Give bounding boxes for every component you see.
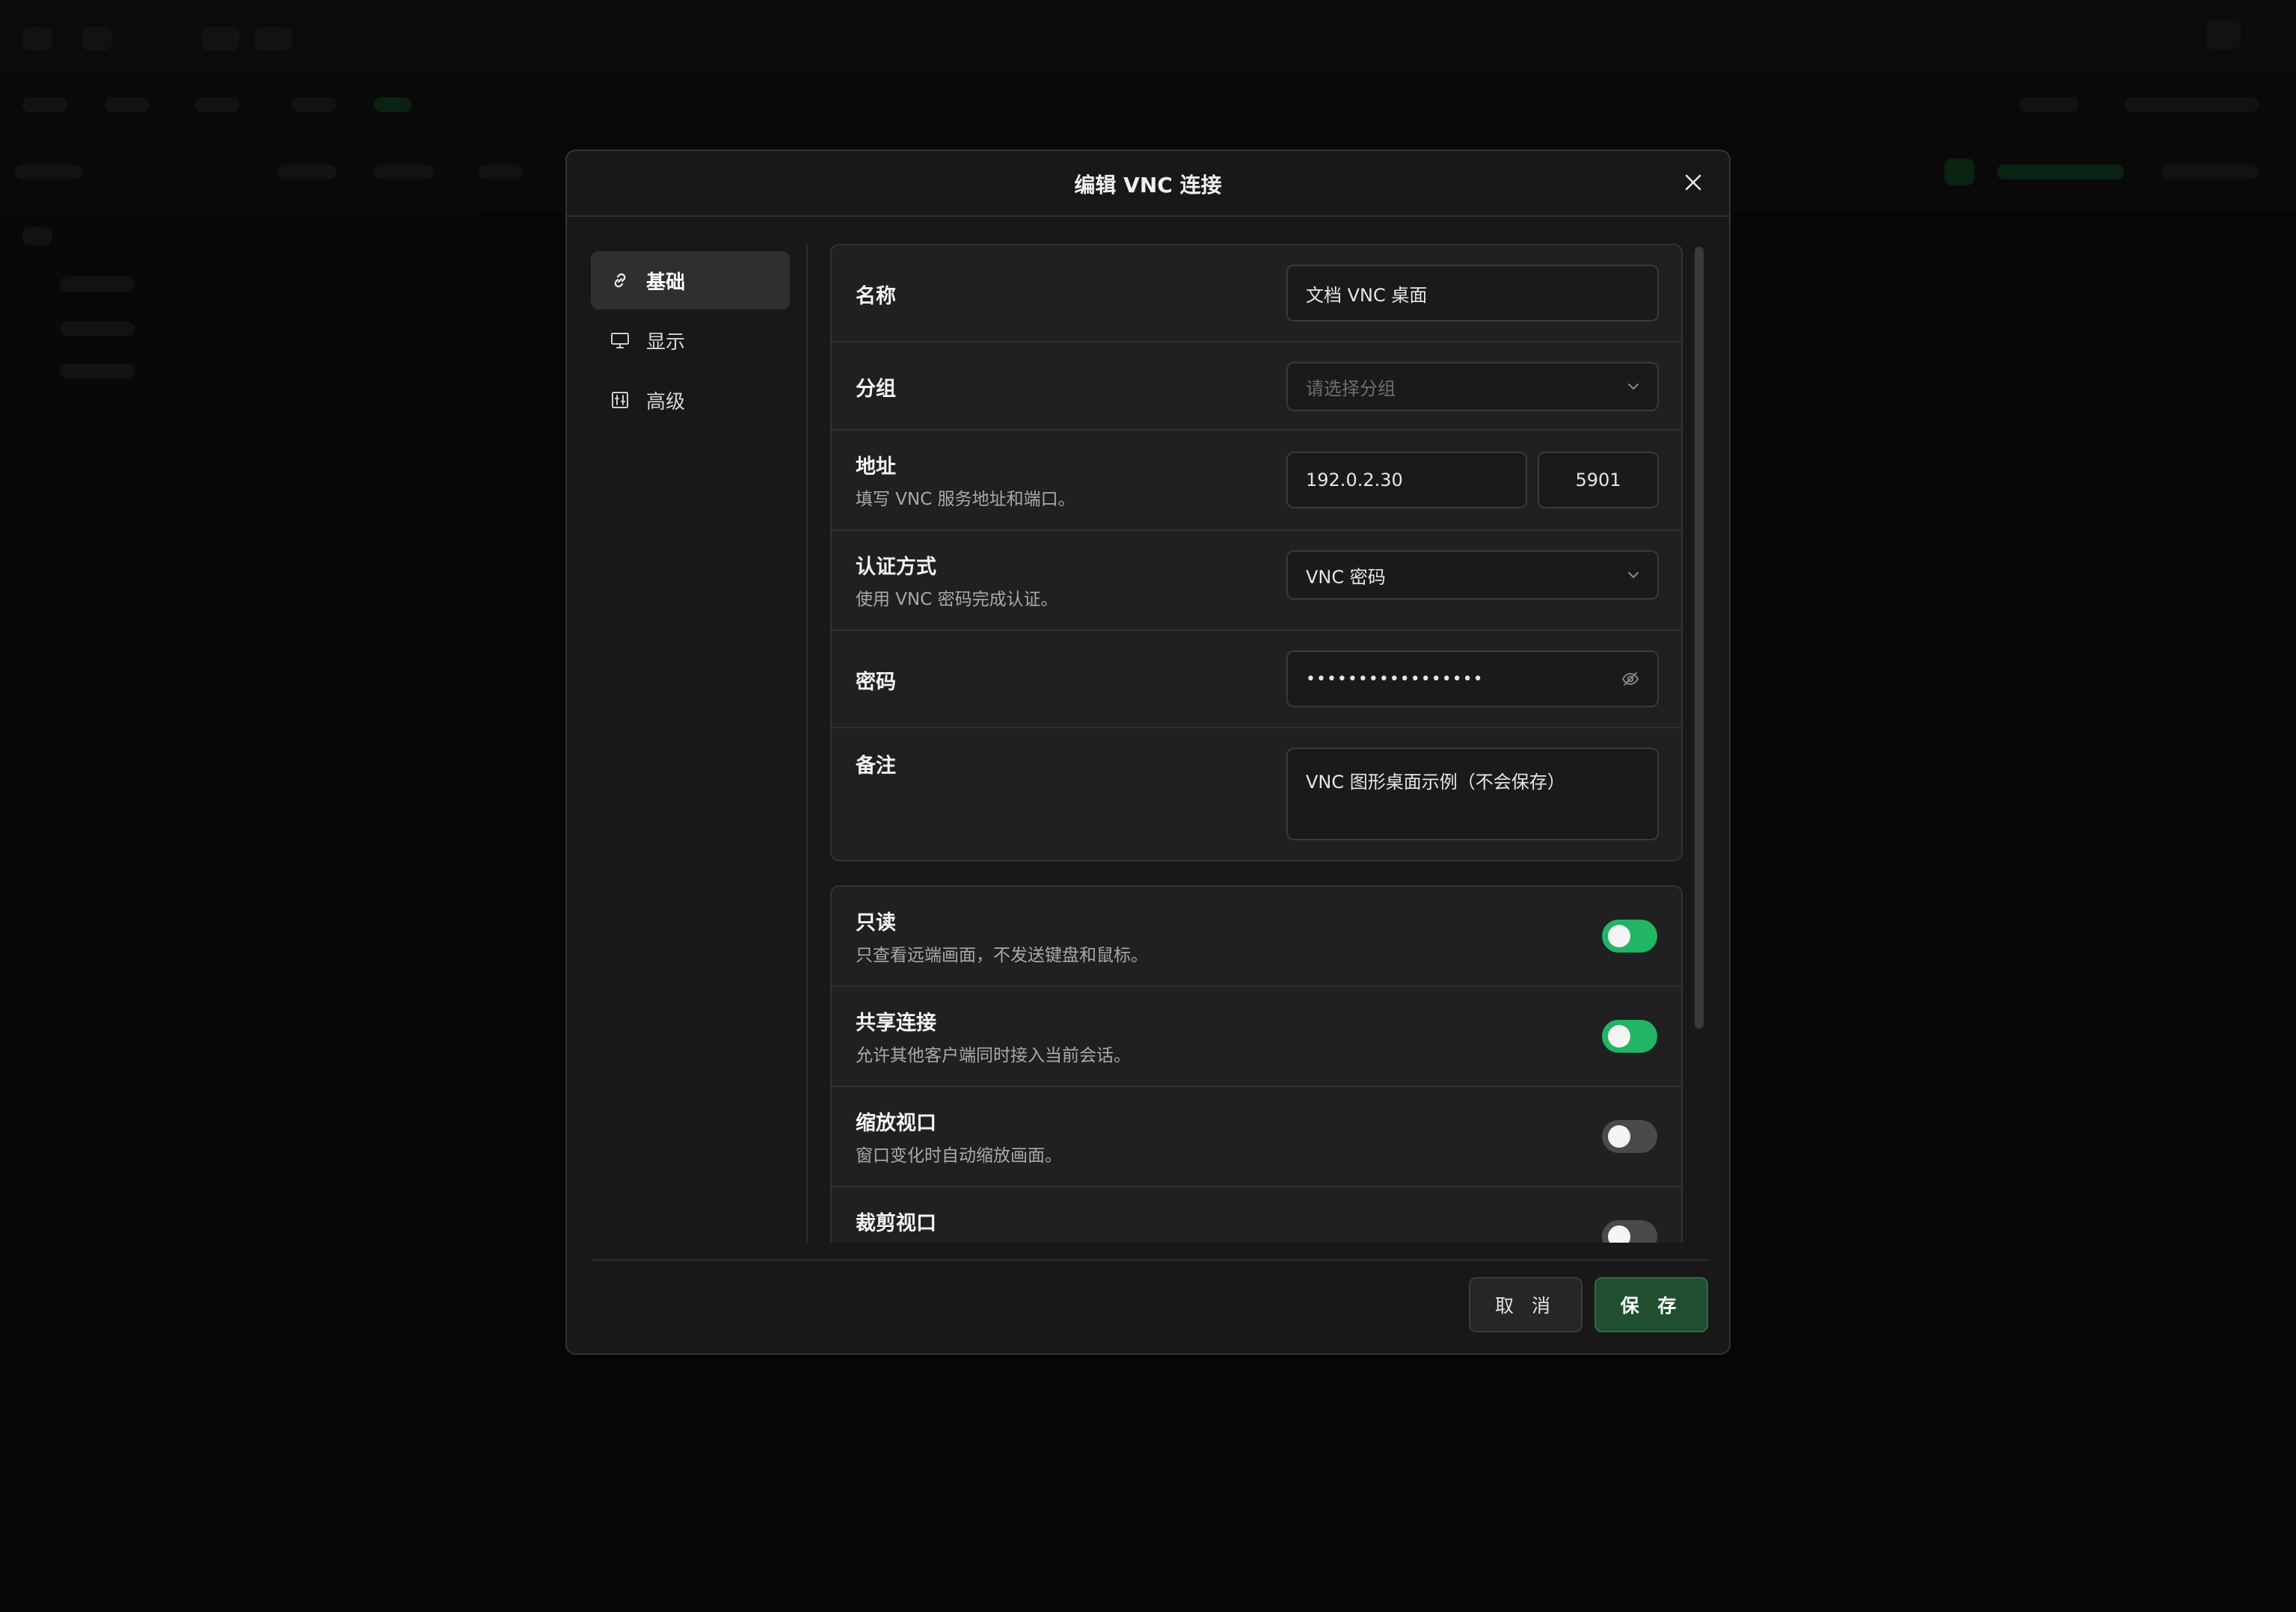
toggle-knob — [1608, 1025, 1630, 1048]
nav-item-display[interactable]: 显示 — [591, 311, 790, 369]
settings-content[interactable]: 名称 文档 VNC 桌面 分组 请选择分组 地址 填写 VNC 服务地址和端口。 — [830, 244, 1687, 1243]
shared-toggle[interactable] — [1602, 1020, 1657, 1053]
chevron-down-icon — [1626, 379, 1641, 394]
password-input[interactable]: ••••••••••••••••• — [1286, 650, 1659, 707]
clip-toggle[interactable] — [1602, 1220, 1657, 1243]
nav-item-label: 高级 — [646, 390, 686, 413]
name-input-value: 文档 VNC 桌面 — [1306, 284, 1428, 306]
auth-row: 认证方式 使用 VNC 密码完成认证。 VNC 密码 — [832, 531, 1681, 631]
save-button[interactable]: 保 存 — [1594, 1277, 1708, 1332]
cancel-button[interactable]: 取 消 — [1469, 1277, 1583, 1332]
sliders-icon — [609, 389, 631, 411]
scale-description: 窗口变化时自动缩放画面。 — [856, 1146, 1062, 1166]
shared-description: 允许其他客户端同时接入当前会话。 — [856, 1046, 1131, 1065]
dialog-header: 编辑 VNC 连接 — [567, 151, 1729, 217]
toggle-row-shared: 共享连接 允许其他客户端同时接入当前会话。 — [832, 987, 1681, 1087]
name-row: 名称 文档 VNC 桌面 — [832, 245, 1681, 342]
notes-textarea[interactable]: VNC 图形桌面示例（不会保存） — [1286, 748, 1659, 840]
group-label: 分组 — [856, 378, 896, 401]
shared-label: 共享连接 — [856, 1012, 936, 1035]
link-icon — [609, 269, 631, 292]
host-input-value: 192.0.2.30 — [1306, 470, 1403, 490]
auth-select-value: VNC 密码 — [1306, 566, 1386, 588]
notes-row: 备注 VNC 图形桌面示例（不会保存） — [832, 728, 1681, 860]
content-scrollbar[interactable] — [1695, 244, 1705, 1243]
clip-label: 裁剪视口 — [856, 1212, 936, 1235]
chevron-down-icon — [1626, 567, 1641, 582]
read-only-label: 只读 — [856, 911, 896, 935]
toggle-knob — [1608, 1125, 1630, 1148]
options-card: 只读 只查看远端画面，不发送键盘和鼠标。 共享连接 允许其他客户端同时接入当前会… — [830, 885, 1683, 1243]
toggle-row-read-only: 只读 只查看远端画面，不发送键盘和鼠标。 — [832, 887, 1681, 987]
toggle-row-scale: 缩放视口 窗口变化时自动缩放画面。 — [832, 1087, 1681, 1187]
scale-label: 缩放视口 — [856, 1112, 936, 1135]
read-only-description: 只查看远端画面，不发送键盘和鼠标。 — [856, 946, 1148, 965]
port-input-value: 5901 — [1575, 470, 1621, 490]
auth-label: 认证方式 — [856, 556, 936, 579]
password-input-value: ••••••••••••••••• — [1306, 669, 1484, 689]
nav-item-basic[interactable]: 基础 — [591, 251, 790, 310]
notes-label: 备注 — [856, 754, 896, 778]
group-select-placeholder: 请选择分组 — [1306, 378, 1396, 399]
name-input[interactable]: 文档 VNC 桌面 — [1286, 265, 1659, 322]
basic-fields-card: 名称 文档 VNC 桌面 分组 请选择分组 地址 填写 VNC 服务地址和端口。 — [830, 244, 1683, 861]
close-button[interactable] — [1677, 166, 1710, 199]
monitor-icon — [609, 329, 631, 351]
toggle-knob — [1608, 1225, 1630, 1243]
host-input[interactable]: 192.0.2.30 — [1286, 452, 1527, 508]
group-row: 分组 请选择分组 — [832, 342, 1681, 431]
toggle-row-clip: 裁剪视口 — [832, 1187, 1681, 1243]
notes-textarea-value: VNC 图形桌面示例（不会保存） — [1306, 772, 1565, 793]
name-label: 名称 — [856, 285, 896, 308]
nav-item-advanced[interactable]: 高级 — [591, 371, 790, 429]
read-only-toggle[interactable] — [1602, 920, 1657, 953]
scale-toggle[interactable] — [1602, 1120, 1657, 1153]
auth-description: 使用 VNC 密码完成认证。 — [856, 590, 1058, 609]
eye-off-icon[interactable] — [1620, 668, 1641, 689]
scrollbar-thumb[interactable] — [1695, 247, 1704, 1029]
close-icon — [1685, 174, 1701, 191]
nav-divider — [806, 244, 808, 1243]
toggle-knob — [1608, 925, 1630, 947]
address-row: 地址 填写 VNC 服务地址和端口。 192.0.2.30 5901 — [832, 431, 1681, 531]
nav-item-label: 显示 — [646, 330, 686, 354]
port-input[interactable]: 5901 — [1538, 452, 1659, 508]
password-row: 密码 ••••••••••••••••• — [832, 631, 1681, 728]
footer-divider — [591, 1259, 1708, 1261]
settings-nav: 基础 显示 高级 — [591, 251, 790, 431]
address-label: 地址 — [856, 455, 896, 479]
group-select[interactable]: 请选择分组 — [1286, 362, 1659, 411]
dialog-title: 编辑 VNC 连接 — [1074, 173, 1222, 197]
nav-item-label: 基础 — [646, 271, 686, 294]
auth-select[interactable]: VNC 密码 — [1286, 550, 1659, 600]
edit-vnc-dialog: 编辑 VNC 连接 基础 显示 高级 名称 文档 VNC 桌面 分组 请选择分组… — [565, 150, 1731, 1355]
password-label: 密码 — [856, 671, 896, 694]
address-description: 填写 VNC 服务地址和端口。 — [856, 490, 1075, 509]
